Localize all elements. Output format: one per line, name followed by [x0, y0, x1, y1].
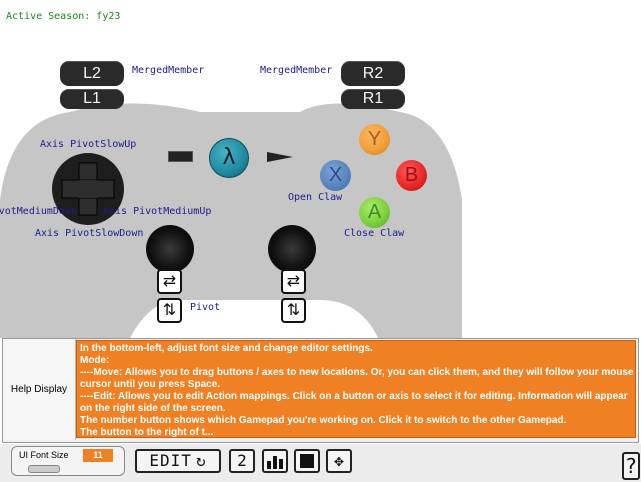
r2-button[interactable]: R2	[341, 61, 405, 86]
mode-label: EDIT	[149, 451, 192, 470]
gamepad-number: 2	[237, 451, 247, 470]
l1-button[interactable]: L1	[60, 89, 124, 109]
stats-button[interactable]	[262, 449, 288, 473]
stop-icon	[300, 454, 314, 468]
help-line: cursor until you press Space.	[80, 379, 221, 390]
dpad-up-mapping: Axis PivotSlowUp	[40, 139, 137, 150]
question-icon: ?	[624, 454, 638, 478]
r1-button[interactable]: R1	[341, 89, 405, 109]
start-button[interactable]	[266, 150, 294, 164]
l1-label: L1	[83, 90, 101, 107]
guide-button[interactable]: λ	[209, 138, 249, 178]
dpad-down-mapping: Axis PivotSlowDown	[35, 228, 144, 239]
move-arrows-icon: ✥	[334, 451, 344, 470]
help-text-box[interactable]: In the bottom-left, adjust font size and…	[76, 340, 636, 438]
help-button[interactable]: ?	[622, 452, 640, 480]
play-arrow-icon	[267, 152, 293, 162]
help-line: Mode:	[80, 355, 110, 366]
stop-button[interactable]	[294, 449, 320, 473]
r1-label: R1	[362, 90, 384, 107]
dpad-left-mapping: Axis PivotMediumDown	[0, 206, 77, 217]
l2-mapping-label: MergedMember	[132, 65, 205, 76]
back-button[interactable]	[168, 151, 193, 162]
b-label: B	[404, 164, 419, 186]
right-stick[interactable]	[268, 225, 316, 273]
bar-chart-icon	[267, 456, 283, 469]
x-label: X	[328, 164, 343, 186]
right-stick-y-axis-button[interactable]: ⇅	[281, 298, 306, 323]
a-button[interactable]: A	[359, 197, 390, 228]
mode-toggle-button[interactable]: EDIT ↻	[135, 449, 221, 473]
help-display-label: Help Display	[3, 339, 76, 440]
l2-label: L2	[83, 65, 101, 82]
vertical-arrows-icon: ⇅	[286, 300, 301, 319]
vertical-arrows-icon: ⇅	[162, 300, 177, 319]
move-button[interactable]: ✥	[326, 449, 352, 473]
y-label: Y	[367, 128, 382, 150]
help-line: ----Edit: Allows you to edit Action mapp…	[80, 391, 628, 402]
font-size-value[interactable]: 11	[83, 449, 113, 462]
left-stick-y-axis-button[interactable]: ⇅	[157, 298, 182, 323]
help-line: on the right side of the screen.	[80, 403, 226, 414]
left-stick[interactable]	[146, 225, 194, 273]
gamepad-number-button[interactable]: 2	[229, 449, 255, 473]
help-line: The button to the right of t...	[80, 427, 214, 438]
a-label: A	[367, 201, 382, 223]
left-stick-y-mapping-label: Pivot	[190, 302, 221, 313]
x-mapping-label: Open Claw	[288, 192, 343, 203]
horizontal-arrows-icon: ⇄	[286, 271, 301, 290]
font-size-slider[interactable]	[28, 465, 60, 473]
left-stick-x-axis-button[interactable]: ⇄	[157, 269, 182, 294]
help-line: In the bottom-left, adjust font size and…	[80, 343, 373, 354]
dpad-left-mapping-clip: Axis PivotMediumDown	[0, 206, 77, 218]
refresh-icon: ↻	[195, 451, 207, 470]
b-button[interactable]: B	[396, 160, 427, 191]
right-stick-x-axis-button[interactable]: ⇄	[281, 269, 306, 294]
y-button[interactable]: Y	[359, 124, 390, 155]
r2-mapping-label: MergedMember	[260, 65, 333, 76]
help-line: The number button shows which Gamepad yo…	[80, 415, 567, 426]
font-size-label: UI Font Size	[19, 450, 69, 460]
x-button[interactable]: X	[320, 160, 351, 191]
help-line: ----Move: Allows you to drag buttons / a…	[80, 367, 634, 378]
r2-label: R2	[362, 65, 384, 82]
dpad-right-mapping: Axis PivotMediumUp	[103, 206, 212, 217]
a-mapping-label: Close Claw	[344, 228, 405, 239]
lambda-logo-icon: λ	[222, 145, 236, 170]
l2-button[interactable]: L2	[60, 61, 124, 86]
horizontal-arrows-icon: ⇄	[162, 271, 177, 290]
